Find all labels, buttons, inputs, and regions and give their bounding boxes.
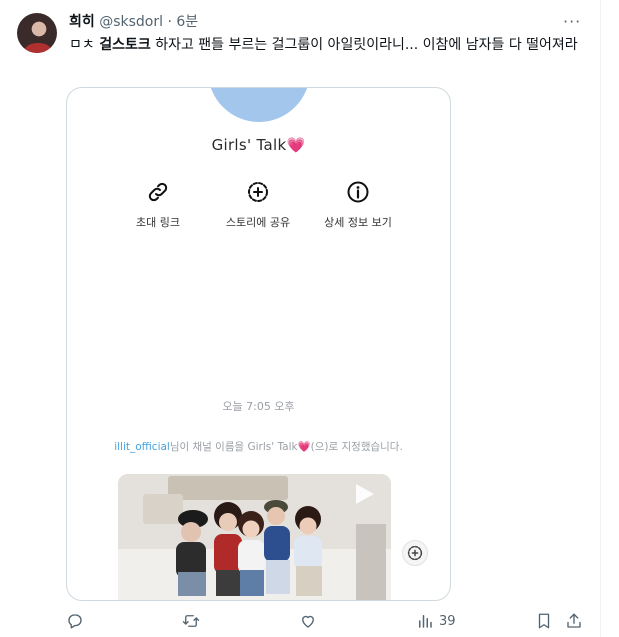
more-options-icon[interactable]: ··· [563,12,581,31]
link-icon [148,182,168,202]
system-timestamp: 오늘 7:05 오후 [222,400,295,413]
bookmark-button[interactable] [535,609,553,633]
story-share-icon [248,182,268,202]
notice-text-pre: 님이 채널 이름을 Girls' Talk [169,441,298,453]
views-icon [419,615,432,628]
heart-emoji-icon: 💗 [286,136,306,154]
tweet-text: ㅁㅊ 걸스토크 하자고 팬들 부르는 걸그룹이 아일릿이라니... 이참에 남자… [69,34,579,56]
system-notice: illit_official님이 채널 이름을 Girls' Talk💗(으)로… [67,439,450,454]
view-details-label: 상세 정보 보기 [324,216,392,229]
tweet-text-prefix: ㅁㅊ [69,37,100,53]
views-button[interactable]: 39 [416,609,456,633]
share-to-story-label: 스토리에 공유 [225,216,291,229]
tweet[interactable]: 희히 @sksdorl · 6분 ··· ㅁㅊ 걸스토크 하자고 팬들 부르는 … [0,0,601,637]
media-share-button[interactable] [402,540,428,566]
notice-text-post: (으)로 지정했습니다. [310,441,403,453]
tweet-text-bold: 걸스토크 [99,37,151,53]
notice-username: illit_official [114,441,170,453]
retweet-icon [182,615,200,627]
share-button[interactable] [565,609,583,633]
share-to-story-action[interactable]: 스토리에 공유 [203,180,313,230]
display-name[interactable]: 희히 [69,14,95,30]
tweet-header: 희히 @sksdorl · 6분 [69,12,198,32]
tweet-action-bar: 39 [0,609,600,633]
invite-link-action[interactable]: 초대 링크 [103,180,213,230]
separator-dot: · [167,14,172,30]
views-count: 39 [439,613,456,629]
info-icon [347,181,369,203]
channel-avatar [208,88,310,122]
bookmark-icon [538,613,550,629]
tweet-text-rest: 하자고 팬들 부르는 걸그룹이 아일릿이라니... 이참에 남자들 다 떨어져라 [150,37,578,53]
invite-link-label: 초대 링크 [136,216,180,229]
tweet-time[interactable]: 6분 [176,14,198,30]
like-button[interactable] [299,609,317,633]
group-photo-illustration [118,474,391,600]
view-details-action[interactable]: 상세 정보 보기 [303,180,413,230]
group-photo [118,474,391,600]
reply-icon [68,614,82,629]
media-card[interactable]: Girls' Talk💗 초대 링크 스토리에 공유 상세 정보 보기 오늘 7… [66,87,451,601]
avatar[interactable] [17,13,57,53]
notice-heart-icon: 💗 [297,441,311,453]
user-handle[interactable]: @sksdorl [99,14,163,30]
retweet-button[interactable] [182,609,200,633]
channel-title-text: Girls' Talk [211,136,287,154]
share-icon [567,613,581,628]
story-share-small-icon [407,545,423,561]
heart-icon [302,615,314,628]
channel-title: Girls' Talk💗 [67,136,450,154]
reply-button[interactable] [66,609,84,633]
